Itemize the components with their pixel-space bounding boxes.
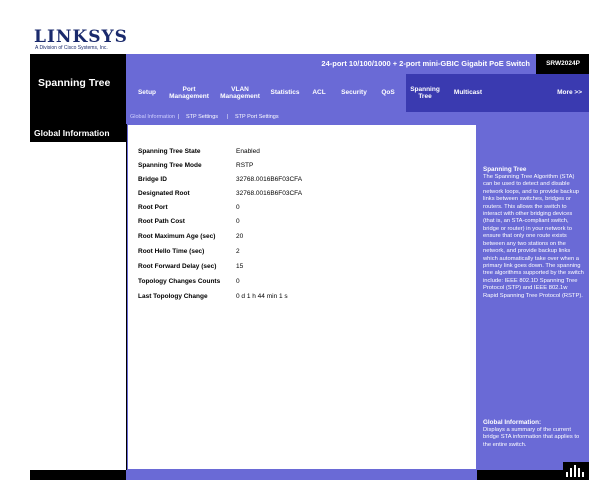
help-body: Displays a summary of the current bridge… — [483, 427, 580, 448]
help-title: Spanning Tree — [483, 166, 527, 173]
field-label: Last Topology Change — [138, 293, 208, 300]
field-value: 32768.0016B6F03CFA — [236, 190, 303, 197]
cisco-bridge-icon — [566, 465, 584, 477]
section-header: Spanning Tree — [30, 54, 126, 124]
section-title: Spanning Tree — [38, 77, 111, 89]
main-nav: Setup Port Management VLAN Management St… — [126, 74, 589, 112]
field-value: 15 — [236, 263, 244, 270]
subnav-stp-settings[interactable]: STP Settings — [186, 114, 218, 120]
field-label: Designated Root — [138, 190, 190, 197]
subnav-stp-port-settings[interactable]: STP Port Settings — [235, 114, 279, 120]
model-badge: SRW2024P — [536, 54, 589, 74]
field-label: Root Forward Delay (sec) — [138, 263, 217, 270]
help-body: The Spanning Tree Algorithm (STA) can be… — [483, 174, 584, 299]
field-label: Root Port — [138, 204, 168, 211]
nav-multicast[interactable]: Multicast — [444, 74, 492, 112]
field-label: Topology Changes Counts — [138, 278, 221, 285]
sub-nav: Global Information | STP Settings | STP … — [126, 112, 589, 124]
nav-acl[interactable]: ACL — [304, 74, 334, 112]
field-value: Enabled — [236, 148, 260, 155]
field-value: 20 — [236, 233, 244, 240]
nav-security[interactable]: Security — [334, 74, 374, 112]
nav-spanning-tree[interactable]: Spanning Tree — [406, 74, 444, 112]
nav-statistics[interactable]: Statistics — [266, 74, 304, 112]
nav-setup[interactable]: Setup — [130, 74, 164, 112]
field-label: Root Hello Time (sec) — [138, 248, 205, 255]
help-section-spanning-tree: Spanning Tree The Spanning Tree Algorith… — [483, 166, 584, 300]
linksys-logo: LINKSYS — [34, 27, 128, 47]
nav-port-management[interactable]: Port Management — [164, 74, 214, 112]
model-bar: 24-port 10/100/1000 + 2-port mini-GBIC G… — [126, 54, 589, 74]
left-panel: Global Information — [30, 124, 127, 470]
field-value: 2 — [236, 248, 240, 255]
field-label: Bridge ID — [138, 176, 167, 183]
nav-qos[interactable]: QoS — [374, 74, 402, 112]
subnav-separator: | — [178, 114, 180, 120]
logo-area: LINKSYS A Division of Cisco Systems, Inc… — [30, 24, 589, 54]
help-title: Global Information: — [483, 419, 542, 426]
field-value: 0 — [236, 278, 240, 285]
footer-bar — [126, 470, 477, 480]
field-value: 0 — [236, 204, 240, 211]
content-panel: Spanning Tree State Enabled Spanning Tree… — [127, 124, 477, 470]
field-value: 0 d 1 h 44 min 1 s — [236, 293, 288, 300]
app-frame: LINKSYS A Division of Cisco Systems, Inc… — [30, 24, 589, 480]
help-section-global-information: Global Information: Displays a summary o… — [483, 419, 584, 449]
logo-tagline: A Division of Cisco Systems, Inc. — [35, 45, 108, 51]
global-information-tab[interactable]: Global Information — [30, 124, 126, 142]
field-label: Root Path Cost — [138, 218, 185, 225]
field-label: Spanning Tree State — [138, 148, 201, 155]
cisco-mark — [563, 462, 589, 480]
nav-more[interactable]: More >> — [492, 74, 589, 112]
help-panel: Spanning Tree The Spanning Tree Algorith… — [477, 124, 589, 470]
footer-left — [30, 470, 126, 480]
field-value: RSTP — [236, 162, 254, 169]
field-label: Spanning Tree Mode — [138, 162, 202, 169]
field-label: Root Maximum Age (sec) — [138, 233, 216, 240]
subnav-separator: | — [227, 114, 229, 120]
nav-vlan-management[interactable]: VLAN Management — [214, 74, 266, 112]
field-value: 32768.0016B6F03CFA — [236, 176, 303, 183]
model-title: 24-port 10/100/1000 + 2-port mini-GBIC G… — [321, 59, 530, 68]
field-value: 0 — [236, 218, 240, 225]
nav-more-label: More >> — [557, 89, 582, 97]
subnav-global-information[interactable]: Global Information — [130, 114, 175, 120]
